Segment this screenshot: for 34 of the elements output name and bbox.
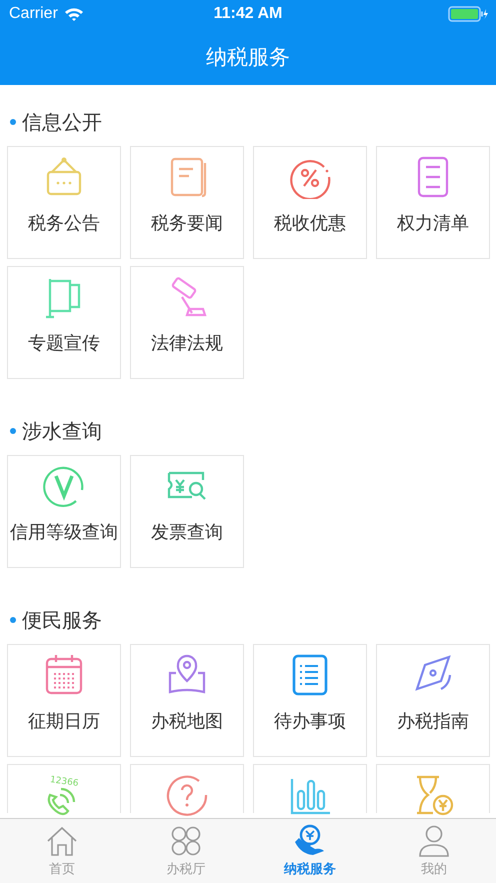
wifi-icon xyxy=(64,7,84,21)
home-icon xyxy=(45,824,79,858)
service-tile[interactable]: 税务要闻 xyxy=(130,146,244,259)
bullet-dot xyxy=(10,428,16,434)
status-time: 11:42 AM xyxy=(214,5,282,23)
service-tile[interactable] xyxy=(376,764,490,813)
service-tile[interactable]: 税收优惠 xyxy=(253,146,367,259)
service-tile[interactable]: 征期日历 xyxy=(7,644,121,757)
section-title: 便民服务 xyxy=(22,606,102,634)
service-tile[interactable]: 办税地图 xyxy=(130,644,244,757)
section-title: 涉水查询 xyxy=(22,418,102,444)
bullet-dot xyxy=(10,119,16,125)
grid-icon xyxy=(169,824,203,858)
question-icon xyxy=(165,773,209,817)
bullet-dot xyxy=(10,617,16,623)
service-tile[interactable]: 权力清单 xyxy=(376,146,490,259)
person-icon xyxy=(417,824,451,858)
service-tile[interactable]: 待办事项 xyxy=(253,644,367,757)
service-tile[interactable] xyxy=(130,764,244,813)
service-tile[interactable]: 信用等级查询 xyxy=(7,455,121,568)
tab-item[interactable]: 纳税服务 xyxy=(248,819,372,883)
hotline-number: 12366 xyxy=(49,775,80,789)
page-title: 纳税服务 xyxy=(206,44,290,70)
battery-icon xyxy=(448,6,488,22)
service-tile[interactable]: 办税指南 xyxy=(376,644,490,757)
section-title: 信息公开 xyxy=(22,108,102,136)
v-badge-icon xyxy=(42,464,86,508)
service-tile[interactable]: 法律法规 xyxy=(130,266,244,379)
service-tile[interactable] xyxy=(253,764,367,813)
carrier-name: Carrier xyxy=(9,5,58,23)
service-tile[interactable]: 发票查询 xyxy=(130,455,244,568)
service-tile[interactable]: 税务公告 xyxy=(7,146,121,259)
service-tile[interactable]: 专题宣传 xyxy=(7,266,121,379)
phone-icon xyxy=(48,788,76,816)
